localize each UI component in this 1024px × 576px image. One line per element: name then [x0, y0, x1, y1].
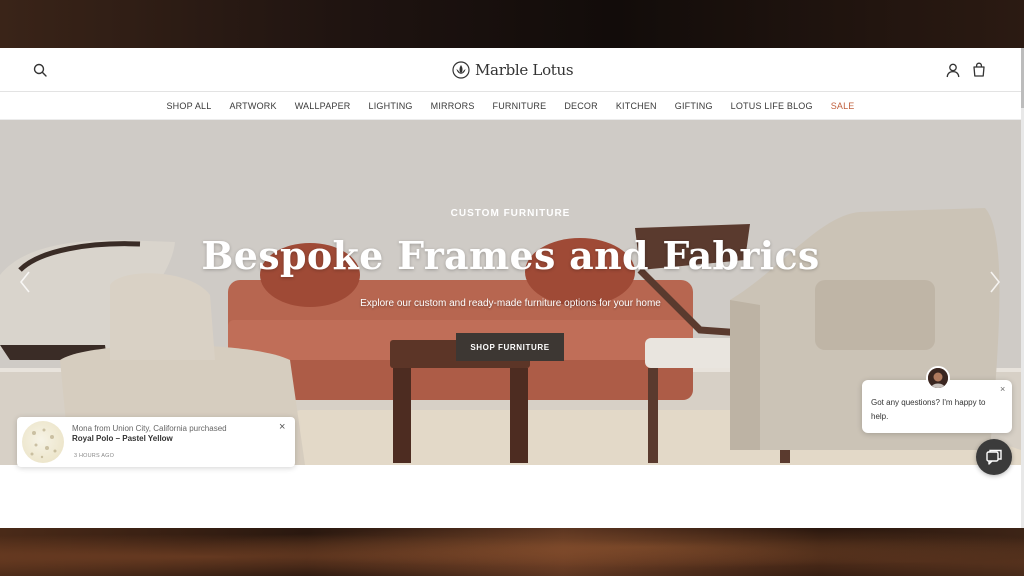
- nav-item-decor[interactable]: DECOR: [564, 101, 598, 111]
- nav-item-mirrors[interactable]: MIRRORS: [431, 101, 475, 111]
- brand-logo[interactable]: Marble Lotus: [452, 60, 574, 80]
- shop-furniture-button[interactable]: SHOP FURNITURE: [456, 333, 564, 361]
- nav-item-kitchen[interactable]: KITCHEN: [616, 101, 657, 111]
- nav-item-artwork[interactable]: ARTWORK: [229, 101, 276, 111]
- lotus-icon: [452, 61, 470, 79]
- product-thumbnail: [22, 421, 64, 463]
- nav-item-lotus-life-blog[interactable]: LOTUS LIFE BLOG: [731, 101, 813, 111]
- account-icon[interactable]: [946, 63, 960, 78]
- purchase-time: 3 HOURS AGO: [74, 453, 115, 459]
- nav-item-wallpaper[interactable]: WALLPAPER: [295, 101, 351, 111]
- close-icon[interactable]: ×: [279, 421, 285, 433]
- nav-item-shop-all[interactable]: SHOP ALL: [166, 101, 211, 111]
- chat-launcher-button[interactable]: [976, 439, 1012, 475]
- recent-purchase-popup[interactable]: Mona from Union City, California purchas…: [17, 417, 295, 467]
- hero-title: Bespoke Frames and Fabrics: [201, 233, 820, 278]
- nav-item-furniture[interactable]: FURNITURE: [493, 101, 547, 111]
- brand-name: Marble Lotus: [475, 61, 574, 79]
- nav-item-sale[interactable]: SALE: [831, 101, 855, 111]
- backdrop-bottom: [0, 528, 1024, 576]
- chat-greeting-text: Got any questions? I'm happy to help.: [871, 398, 986, 421]
- close-icon[interactable]: ×: [1000, 384, 1005, 394]
- agent-avatar: [926, 366, 950, 390]
- purchase-product-name[interactable]: Royal Polo – Pastel Yellow: [72, 434, 173, 443]
- purchase-buyer-text: Mona from Union City, California purchas…: [72, 424, 227, 433]
- nav-item-gifting[interactable]: GIFTING: [675, 101, 713, 111]
- cart-icon[interactable]: [972, 62, 986, 77]
- hero-subtitle: Explore our custom and ready-made furnit…: [360, 298, 661, 309]
- main-navigation: SHOP ALL ARTWORK WALLPAPER LIGHTING MIRR…: [0, 92, 1021, 120]
- chat-icon: [986, 449, 1002, 465]
- backdrop-top: [0, 0, 1024, 48]
- search-icon[interactable]: [33, 63, 47, 77]
- hero-eyebrow: CUSTOM FURNITURE: [450, 208, 571, 219]
- site-header: Marble Lotus: [0, 48, 1021, 92]
- nav-item-lighting[interactable]: LIGHTING: [369, 101, 413, 111]
